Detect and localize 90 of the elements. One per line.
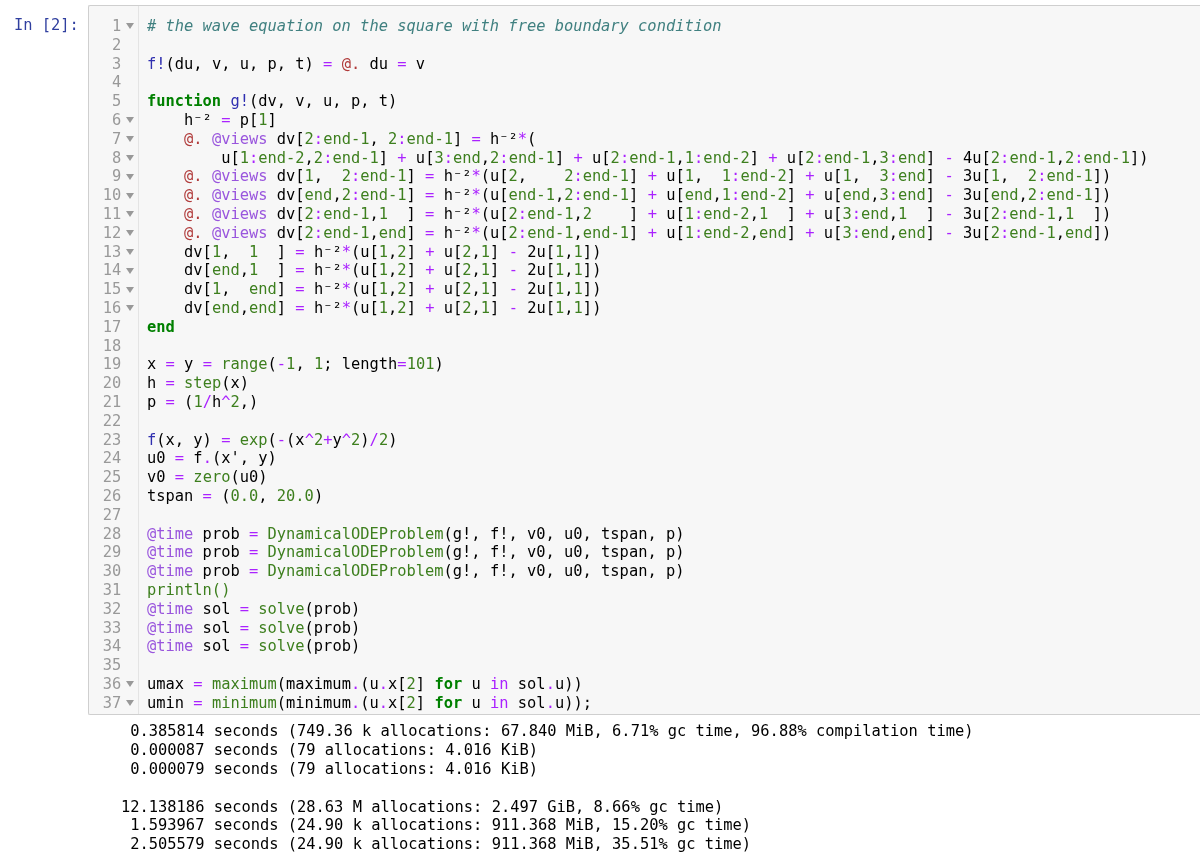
code-line: dv[1, 1 ] = h⁻²*(u[1,2] + u[2,1] - 2u[1,1]) [183, 242, 602, 261]
line-number: 37 [101, 693, 122, 713]
line-number: 19 [101, 355, 122, 375]
line-number: 25 [101, 468, 122, 487]
line-number: 2 [111, 35, 122, 55]
line-number: 9 [111, 167, 122, 187]
code-line: h = step(x) [147, 374, 249, 393]
line-number: 16 [101, 298, 122, 318]
code-line: @time prob = DynamicalODEProblem(g!, f!, v0, u0, tspan, p) [147, 562, 685, 581]
fold-arrow-icon[interactable] [125, 700, 134, 707]
code-line: @time prob = DynamicalODEProblem(g!, f!, v0, u0, tspan, p) [147, 524, 685, 543]
code-line: f(x, y) = exp(-(x^2+y^2)/2) [147, 430, 398, 449]
fold-arrow-icon[interactable] [125, 286, 134, 293]
line-number: 15 [101, 280, 122, 299]
line-number: 26 [101, 486, 122, 506]
code-line: umax = maximum(maximum.(u.x[2] for u in sol.u)) [147, 674, 583, 693]
output-line: 12.138186 seconds (28.63 M allocations: 2.497 GiB, 8.66% gc time) [121, 797, 724, 816]
line-number: 6 [111, 111, 122, 130]
fold-arrow-icon[interactable] [125, 192, 134, 199]
code-line: @time prob = DynamicalODEProblem(g!, f!, v0, u0, tspan, p) [147, 543, 685, 562]
code-line: @time sol = solve(prob) [147, 637, 361, 656]
fold-arrow-icon[interactable] [125, 211, 134, 218]
fold-arrow-icon[interactable] [125, 173, 134, 180]
output-line: 2.505579 seconds (24.90 k allocations: 911.368 MiB, 35.51% gc time) [129, 835, 752, 854]
fold-arrow-icon[interactable] [125, 267, 134, 274]
line-number: 33 [101, 618, 122, 638]
line-number: 14 [101, 261, 122, 281]
line-number: 27 [101, 505, 122, 525]
line-number: 8 [111, 148, 122, 168]
line-number: 3 [111, 54, 122, 74]
output-line: 1.593967 seconds (24.90 k allocations: 911.368 MiB, 15.20% gc time) [129, 816, 752, 835]
code-line: @. @views dv[1, 2:end-1] = h⁻²*(u[2, 2:end-1] + u[1, 1:end-2] + u[1, 3:end] - 3u[1, 2:end-1]) [183, 167, 1112, 186]
line-number: 21 [101, 392, 122, 412]
code-line: end [147, 317, 175, 336]
fold-arrow-icon[interactable] [125, 136, 134, 143]
code-line: f!(du, v, u, p, t) = @. du = v [147, 54, 426, 73]
line-number: 12 [101, 223, 122, 243]
fold-arrow-icon[interactable] [125, 230, 134, 237]
line-number: 4 [111, 73, 122, 93]
line-number: 22 [101, 411, 122, 431]
line-number: 34 [101, 637, 122, 657]
code-line: @. @views dv[2:end-1,1 ] = h⁻²*(u[2:end-1,2 ] + u[1:end-2,1 ] + u[3:end,1 ] - 3u[2:end-1,1 ]) [183, 204, 1112, 223]
code-line: v0 = zero(u0) [147, 468, 268, 487]
line-number: 1 [111, 17, 122, 36]
line-number: 24 [101, 449, 122, 469]
fold-arrow-icon[interactable] [125, 305, 134, 312]
code-line: @. @views dv[2:end-1,end] = h⁻²*(u[2:end-1,end-1] + u[1:end-2,end] + u[3:end,end] - 3u[2:end-1,end]) [183, 223, 1112, 242]
line-number: 28 [101, 524, 122, 544]
line-number: 31 [101, 580, 122, 600]
code-line: @time sol = solve(prob) [147, 599, 361, 618]
output-line: 0.000079 seconds (79 allocations: 4.016 KiB) [129, 760, 538, 779]
line-number: 10 [101, 186, 122, 205]
fold-arrow-icon[interactable] [125, 117, 134, 124]
code-line: umin = minimum(minimum.(u.x[2] for u in sol.u)); [147, 693, 592, 712]
code-line: dv[1, end] = h⁻²*(u[1,2] + u[2,1] - 2u[1,1]) [183, 280, 602, 299]
line-number: 13 [101, 242, 122, 262]
input-prompt: In [2]: [14, 16, 79, 34]
code-line: # the wave equation on the square with free boundary condition [147, 17, 722, 35]
code-line: dv[end,end] = h⁻²*(u[1,2] + u[2,1] - 2u[1,1]) [183, 298, 602, 317]
line-number: 7 [111, 129, 122, 149]
code-line: h⁻² = p[1] [183, 111, 277, 129]
line-number: 5 [111, 92, 122, 111]
code-line: @. @views dv[end,2:end-1] = h⁻²*(u[end-1,2:end-1] + u[end,1:end-2] + u[end,3:end] - 3u[end,2:end-1]) [183, 186, 1112, 205]
line-number: 20 [101, 374, 122, 393]
output-line: 0.000087 seconds (79 allocations: 4.016 KiB) [129, 741, 538, 760]
line-number: 36 [101, 674, 122, 694]
line-number: 11 [101, 204, 122, 224]
line-number: 17 [101, 317, 122, 337]
code-line: dv[end,1 ] = h⁻²*(u[1,2] + u[2,1] - 2u[1,1]) [183, 261, 602, 280]
code-line: tspan = (0.0, 20.0) [147, 486, 324, 505]
line-number: 23 [101, 430, 122, 450]
output-line: 0.385814 seconds (749.36 k allocations: 67.840 MiB, 6.71% gc time, 96.88% compilation time) [129, 722, 974, 741]
line-number: 18 [101, 336, 122, 356]
fold-arrow-icon[interactable] [125, 248, 134, 255]
fold-arrow-icon[interactable] [125, 154, 134, 161]
line-number: 32 [101, 599, 122, 619]
line-number: 30 [101, 562, 122, 581]
code-line: function g!(dv, v, u, p, t) [147, 92, 398, 111]
code-line: u0 = f.(x', y) [147, 449, 277, 468]
code-line: println() [147, 580, 231, 599]
code-line: p = (1/h^2,) [147, 392, 259, 411]
fold-arrow-icon[interactable] [125, 23, 134, 30]
line-number: 35 [101, 656, 122, 675]
code-line: @time sol = solve(prob) [147, 618, 361, 637]
code-line: @. @views dv[2:end-1, 2:end-1] = h⁻²*( [183, 129, 537, 148]
fold-arrow-icon[interactable] [125, 681, 134, 688]
code-line: u[1:end-2,2:end-1] + u[3:end,2:end-1] + u[2:end-1,1:end-2] + u[2:end-1,3:end] - 4u[2:end-1,2:end-1]) [220, 148, 1149, 167]
code-line: x = y = range(-1, 1; length=101) [147, 355, 444, 374]
line-number: 29 [101, 543, 122, 563]
code-cell[interactable] [88, 5, 1200, 716]
